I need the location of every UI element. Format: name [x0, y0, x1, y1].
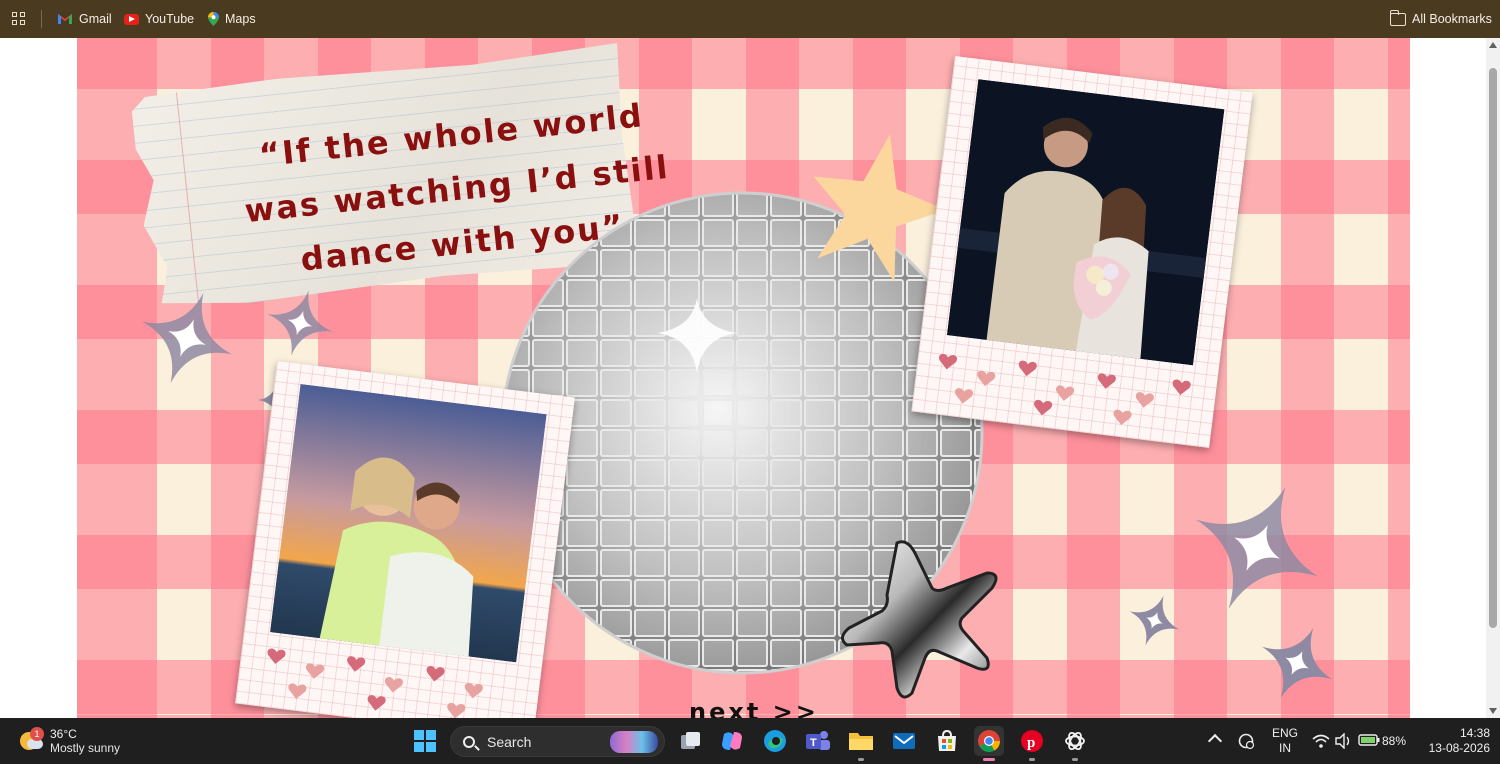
language-code: ENG [1271, 726, 1298, 740]
scrollbar-thumb[interactable] [1489, 68, 1497, 628]
page-scrollbar[interactable] [1486, 38, 1500, 718]
mail-icon [893, 733, 915, 749]
task-view-icon [681, 732, 700, 749]
chatgpt-button[interactable] [1060, 726, 1090, 761]
copilot-button[interactable] [717, 726, 747, 756]
windows-logo-icon [414, 730, 436, 752]
all-bookmarks-button[interactable]: All Bookmarks [1389, 0, 1492, 38]
active-indicator [983, 758, 995, 761]
teams-button[interactable]: T [803, 726, 833, 756]
task-view-button[interactable] [676, 726, 706, 756]
polaroid-photo-left [235, 361, 575, 718]
scroll-up-arrow-icon[interactable] [1489, 42, 1497, 48]
all-bookmarks-label: All Bookmarks [1412, 12, 1492, 26]
windows-taskbar: 1 36°C Mostly sunny Search T p ENG IN 88… [0, 718, 1500, 764]
region-code: IN [1279, 741, 1291, 755]
couple-photo-night [946, 79, 1225, 366]
gmail-icon [58, 14, 72, 24]
edge-button[interactable] [760, 726, 790, 756]
bookmark-youtube[interactable]: YouTube [124, 0, 194, 38]
pinterest-button[interactable]: p [1017, 726, 1047, 761]
battery-percent: 88% [1382, 734, 1407, 748]
weather-temperature: 36°C [50, 727, 77, 741]
chrome-star-icon [841, 540, 998, 699]
pinterest-icon: p [1021, 730, 1043, 752]
search-highlight-art [610, 731, 658, 753]
mail-app-button[interactable] [889, 726, 919, 756]
gingham-page: “If the whole world was watching I’d sti… [77, 38, 1410, 718]
weather-condition: Mostly sunny [50, 741, 121, 755]
sparkle-icon [1262, 628, 1332, 698]
language-indicator[interactable]: ENG IN [1270, 726, 1300, 756]
running-indicator [858, 758, 864, 761]
start-button[interactable] [410, 726, 440, 756]
microsoft-store-button[interactable] [932, 726, 962, 756]
browser-viewport: “If the whole world was watching I’d sti… [0, 38, 1500, 718]
next-link[interactable]: next >> [689, 698, 819, 718]
bookmark-label: Maps [225, 12, 256, 26]
yellow-star-icon [813, 134, 946, 283]
bookmark-maps[interactable]: Maps [208, 0, 256, 38]
file-explorer-button[interactable] [846, 726, 876, 761]
edge-browser-icon [764, 730, 786, 752]
battery-icon[interactable] [1358, 733, 1380, 747]
chrome-icon [978, 730, 1000, 752]
chrome-button[interactable] [974, 726, 1004, 761]
bookmarks-bar: Gmail YouTube Maps All Bookmarks [0, 0, 1500, 38]
folder-icon [849, 733, 873, 750]
weather-widget[interactable]: 1 36°C Mostly sunny [18, 724, 120, 758]
bookmark-label: YouTube [145, 12, 195, 26]
clock-time: 14:38 [1459, 726, 1490, 740]
youtube-icon [124, 13, 139, 25]
scroll-down-arrow-icon[interactable] [1489, 708, 1497, 714]
bookmarks-divider [41, 10, 42, 28]
running-indicator [1029, 758, 1035, 761]
sparkle-icon [1129, 595, 1180, 646]
couple-photo-sunset [270, 384, 547, 663]
clock-date: 13-08-2026 [1428, 741, 1490, 755]
apps-grid-icon[interactable] [12, 12, 26, 26]
sparkle-icon [267, 290, 333, 356]
running-indicator [1072, 758, 1078, 761]
polaroid-photo-right [911, 56, 1253, 448]
maps-pin-icon [208, 12, 219, 26]
svg-text:p: p [1027, 735, 1035, 751]
partly-sunny-icon: 1 [18, 727, 44, 753]
svg-text:T: T [810, 737, 817, 749]
search-label: Search [487, 733, 532, 750]
copilot-icon [722, 732, 742, 750]
sparkle-icon [141, 292, 233, 384]
bookmark-gmail[interactable]: Gmail [57, 0, 112, 38]
volume-icon[interactable] [1335, 733, 1353, 749]
sparkle-icon [1196, 487, 1318, 609]
notification-badge: 1 [30, 727, 44, 741]
folder-icon [1389, 9, 1406, 26]
bookmark-label: Gmail [79, 12, 112, 26]
tray-overflow-chevron-icon[interactable] [1207, 733, 1223, 749]
taskbar-search[interactable]: Search [450, 726, 665, 757]
note-margin-line [176, 89, 200, 308]
search-icon [463, 735, 475, 748]
chatgpt-icon [1065, 731, 1085, 751]
sync-status-icon[interactable] [1237, 732, 1255, 750]
teams-icon: T [806, 731, 830, 750]
clock[interactable]: 14:38 13-08-2026 [1418, 726, 1490, 756]
store-icon [938, 729, 956, 751]
wifi-icon[interactable] [1312, 733, 1330, 749]
